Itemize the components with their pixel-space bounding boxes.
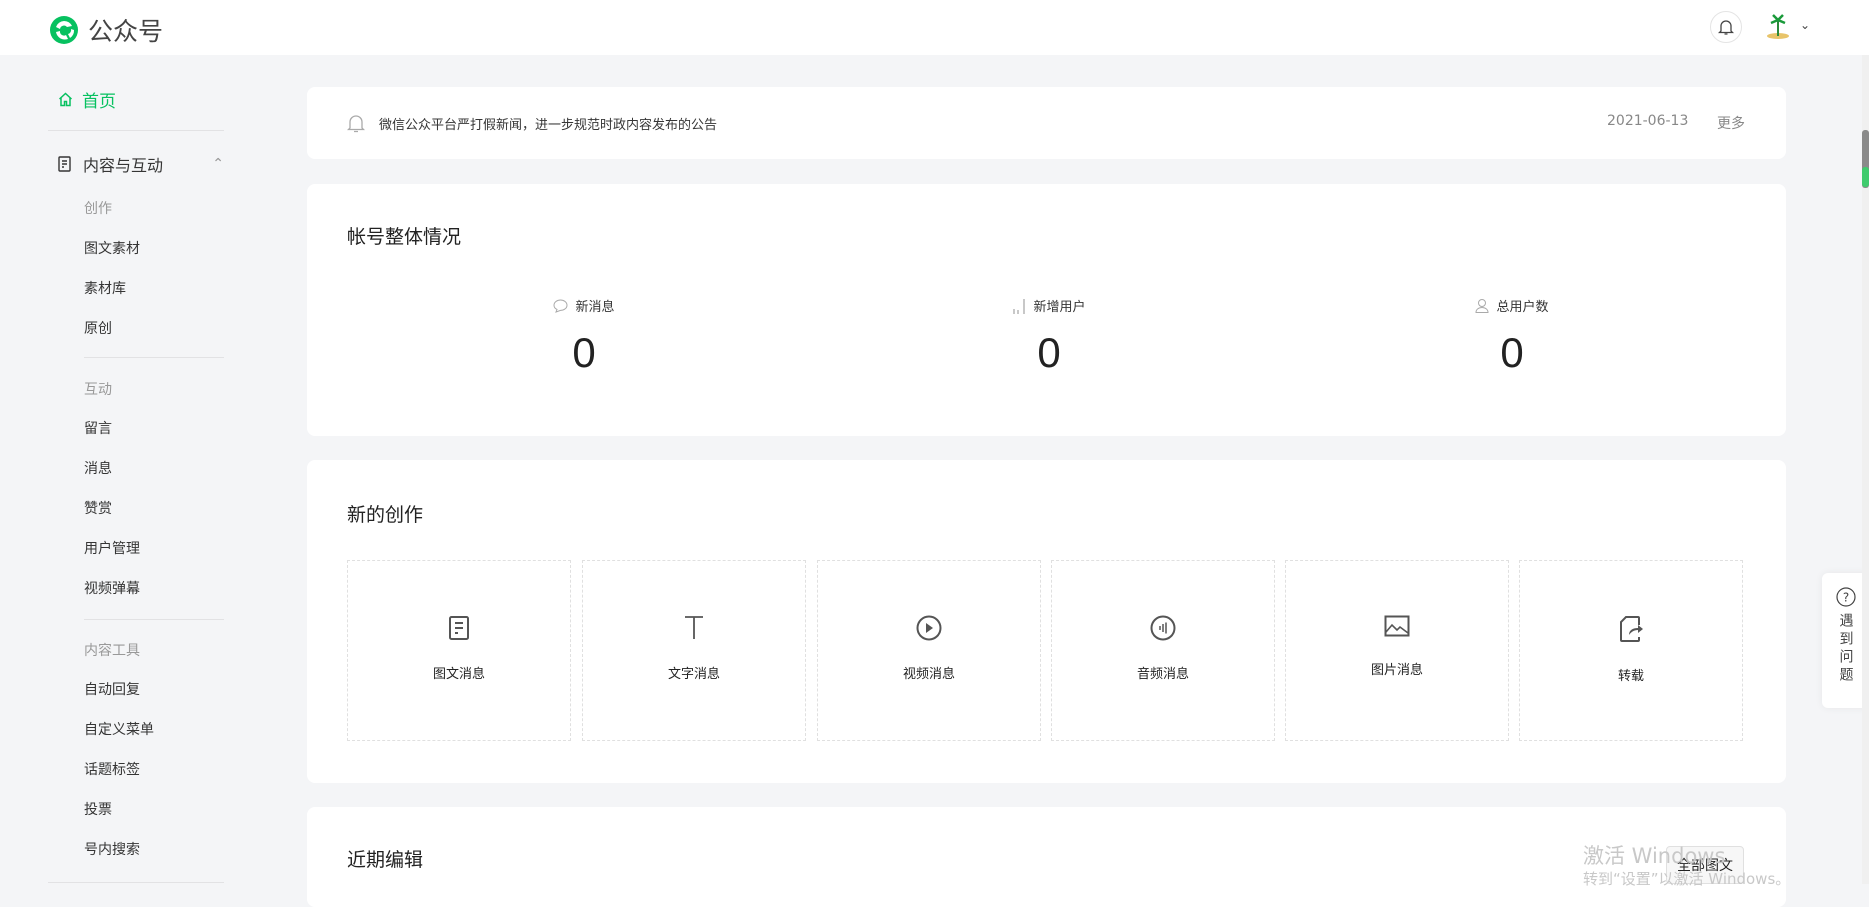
play-icon xyxy=(916,615,942,641)
tile-label: 图片消息 xyxy=(1370,663,1423,678)
create-text-tile[interactable]: 文字消息 xyxy=(582,560,806,741)
chat-bubble-icon xyxy=(553,298,568,313)
stat-total-users: 总用户数 0 xyxy=(1362,296,1662,377)
sidebar-item[interactable]: 消息 xyxy=(84,458,112,478)
create-article-tile[interactable]: 图文消息 xyxy=(347,560,571,741)
chevron-up-icon[interactable]: ⌃ xyxy=(212,156,224,172)
help-label: 遇到问题 xyxy=(1837,613,1854,685)
chevron-down-icon[interactable]: ⌄ xyxy=(1800,18,1810,32)
wechat-official-logo-icon xyxy=(50,16,78,44)
sidebar-item[interactable]: 用户管理 xyxy=(84,538,140,558)
sidebar-item[interactable]: 原创 xyxy=(84,318,112,338)
tile-label: 图文消息 xyxy=(432,667,485,682)
avatar[interactable] xyxy=(1765,12,1791,40)
scrollbar-indicator xyxy=(1862,167,1869,187)
stat-label: 新消息 xyxy=(575,300,615,315)
sidebar-item-home[interactable]: 首页 xyxy=(58,87,116,112)
recent-card: 近期编辑 全部图文 xyxy=(307,807,1786,907)
svg-text:?: ? xyxy=(1842,591,1848,605)
tile-label: 音频消息 xyxy=(1136,667,1189,682)
bell-icon xyxy=(347,115,365,133)
notifications-button[interactable] xyxy=(1710,11,1742,43)
sidebar-item[interactable]: 留言 xyxy=(84,418,112,438)
home-icon xyxy=(58,92,73,107)
create-video-tile[interactable]: 视频消息 xyxy=(817,560,1041,741)
audio-icon xyxy=(1150,615,1176,641)
logo[interactable]: 公众号 xyxy=(48,12,163,48)
document-icon xyxy=(58,156,71,172)
sidebar-item[interactable]: 号内搜索 xyxy=(84,839,140,859)
stat-value: 0 xyxy=(1500,329,1524,376)
stat-label: 总用户数 xyxy=(1496,300,1549,315)
create-audio-tile[interactable]: 音频消息 xyxy=(1051,560,1275,741)
sidebar-item[interactable]: 视频弹幕 xyxy=(84,578,140,598)
repost-icon xyxy=(1620,616,1643,642)
notice-date: 2021-06-13 xyxy=(1607,113,1689,129)
stat-label: 新增用户 xyxy=(1033,300,1086,315)
overview-card: 帐号整体情况 新消息 0 新增用户 0 总用户数 0 xyxy=(307,184,1786,436)
divider xyxy=(48,130,224,131)
sidebar-item[interactable]: 投票 xyxy=(84,799,112,819)
stat-value: 0 xyxy=(572,329,596,376)
category-label: 内容工具 xyxy=(84,643,140,659)
stat-new-users: 新增用户 0 xyxy=(899,296,1199,377)
scrollbar[interactable] xyxy=(1862,55,1869,884)
divider xyxy=(84,619,224,620)
section-title: 新的创作 xyxy=(347,504,424,526)
create-repost-tile[interactable]: 转载 xyxy=(1519,560,1743,741)
all-articles-button[interactable]: 全部图文 xyxy=(1666,846,1744,884)
category-label: 互动 xyxy=(84,382,112,398)
tile-label: 转载 xyxy=(1617,669,1644,684)
create-card: 新的创作 图文消息 文字消息 视频消息 音频消息 图片消息 转载 xyxy=(307,460,1786,783)
sidebar-item-label: 首页 xyxy=(82,92,116,112)
divider xyxy=(84,357,224,358)
question-icon: ? xyxy=(1835,587,1856,607)
tile-label: 文字消息 xyxy=(667,667,720,682)
section-title: 帐号整体情况 xyxy=(347,226,462,248)
sidebar-item[interactable]: 自定义菜单 xyxy=(84,719,154,739)
top-header: 公众号 ⌄ xyxy=(0,0,1869,55)
section-title: 近期编辑 xyxy=(347,849,424,871)
image-icon xyxy=(1384,615,1410,637)
create-image-tile[interactable]: 图片消息 xyxy=(1285,560,1509,741)
sidebar-item[interactable]: 赞赏 xyxy=(84,498,112,518)
app-name: 公众号 xyxy=(88,17,164,46)
divider xyxy=(48,882,224,883)
article-icon xyxy=(449,616,469,640)
tile-label: 视频消息 xyxy=(902,667,955,682)
sidebar-item[interactable]: 图文素材 xyxy=(84,238,140,258)
notice-link[interactable]: 微信公众平台严打假新闻，进一步规范时政内容发布的公告 xyxy=(379,114,717,133)
sidebar-item[interactable]: 自动回复 xyxy=(84,679,140,699)
bell-icon xyxy=(1718,20,1734,35)
sidebar-item[interactable]: 话题标签 xyxy=(84,759,140,779)
category-label: 创作 xyxy=(84,201,112,217)
bar-chart-icon xyxy=(1013,298,1026,314)
stat-value: 0 xyxy=(1037,329,1061,376)
stat-new-messages: 新消息 0 xyxy=(434,296,734,377)
sidebar-item[interactable]: 素材库 xyxy=(84,278,126,298)
more-link[interactable]: 更多 xyxy=(1717,113,1745,133)
sidebar-group-label: 内容与互动 xyxy=(83,156,164,175)
notice-card: 微信公众平台严打假新闻，进一步规范时政内容发布的公告 2021-06-13 更多 xyxy=(307,87,1786,159)
sidebar-group-content[interactable]: 内容与互动 ⌃ xyxy=(58,152,224,176)
user-icon xyxy=(1475,299,1489,313)
text-icon xyxy=(685,616,703,639)
